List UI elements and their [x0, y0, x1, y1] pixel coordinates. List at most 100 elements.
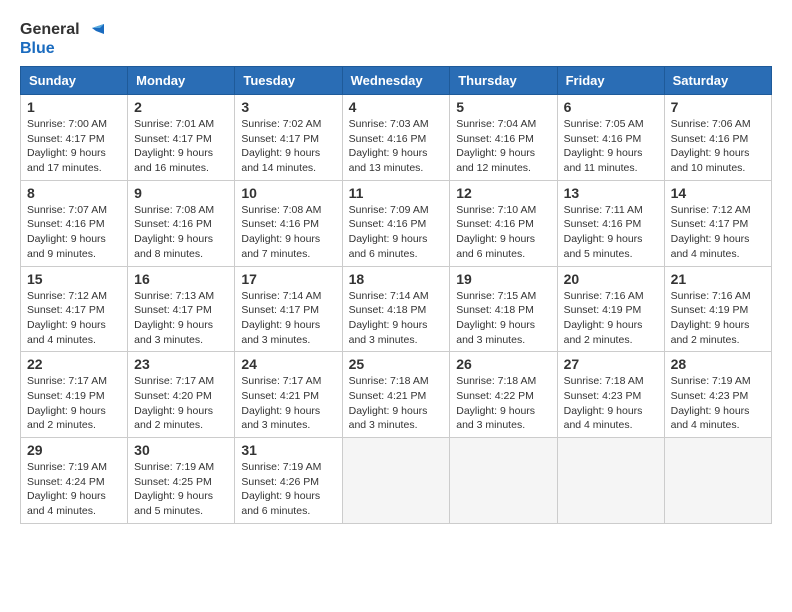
calendar-table: SundayMondayTuesdayWednesdayThursdayFrid…	[20, 66, 772, 524]
day-cell: 9 Sunrise: 7:08 AMSunset: 4:16 PMDaylight…	[128, 180, 235, 266]
day-info: Sunrise: 7:18 AMSunset: 4:23 PMDaylight:…	[564, 374, 658, 433]
day-cell: 24Sunrise: 7:17 AMSunset: 4:21 PMDayligh…	[235, 352, 342, 438]
day-cell: 26 Sunrise: 7:18 AMSunset: 4:22 PMDayligh…	[450, 352, 557, 438]
day-number: 8	[27, 185, 121, 201]
day-info: Sunrise: 7:19 AMSunset: 4:24 PMDaylight:…	[27, 460, 121, 519]
day-cell: 5Sunrise: 7:04 AMSunset: 4:16 PMDaylight…	[450, 95, 557, 181]
day-cell: 12 Sunrise: 7:10 AMSunset: 4:16 PMDayligh…	[450, 180, 557, 266]
day-info: Sunrise: 7:12 AMSunset: 4:17 PMDaylight:…	[671, 203, 765, 262]
week-row-5: 29Sunrise: 7:19 AMSunset: 4:24 PMDayligh…	[21, 438, 772, 524]
day-number: 9	[134, 185, 228, 201]
day-number: 12	[456, 185, 550, 201]
header-row: SundayMondayTuesdayWednesdayThursdayFrid…	[21, 67, 772, 95]
day-cell: 18 Sunrise: 7:14 AMSunset: 4:18 PMDayligh…	[342, 266, 450, 352]
day-number: 6	[564, 99, 658, 115]
day-info: Sunrise: 7:15 AMSunset: 4:18 PMDaylight:…	[456, 289, 550, 348]
day-info: Sunrise: 7:02 AMSunset: 4:17 PMDaylight:…	[241, 117, 335, 176]
page-header: General Blue	[20, 20, 772, 58]
day-cell: 14 Sunrise: 7:12 AMSunset: 4:17 PMDayligh…	[664, 180, 771, 266]
day-number: 19	[456, 271, 550, 287]
day-info: Sunrise: 7:19 AMSunset: 4:25 PMDaylight:…	[134, 460, 228, 519]
day-number: 31	[241, 442, 335, 458]
day-number: 25	[349, 356, 444, 372]
day-number: 17	[241, 271, 335, 287]
day-info: Sunrise: 7:18 AMSunset: 4:21 PMDaylight:…	[349, 374, 444, 433]
day-cell: 15 Sunrise: 7:12 AMSunset: 4:17 PMDayligh…	[21, 266, 128, 352]
day-cell: 28 Sunrise: 7:19 AMSunset: 4:23 PMDayligh…	[664, 352, 771, 438]
header-thursday: Thursday	[450, 67, 557, 95]
day-number: 18	[349, 271, 444, 287]
header-wednesday: Wednesday	[342, 67, 450, 95]
day-info: Sunrise: 7:12 AMSunset: 4:17 PMDaylight:…	[27, 289, 121, 348]
day-cell: 7 Sunrise: 7:06 AMSunset: 4:16 PMDaylight…	[664, 95, 771, 181]
day-cell: 4Sunrise: 7:03 AMSunset: 4:16 PMDaylight…	[342, 95, 450, 181]
day-number: 23	[134, 356, 228, 372]
day-cell: 1Sunrise: 7:00 AMSunset: 4:17 PMDaylight…	[21, 95, 128, 181]
day-number: 13	[564, 185, 658, 201]
day-info: Sunrise: 7:19 AMSunset: 4:23 PMDaylight:…	[671, 374, 765, 433]
day-number: 15	[27, 271, 121, 287]
header-tuesday: Tuesday	[235, 67, 342, 95]
day-cell: 2 Sunrise: 7:01 AMSunset: 4:17 PMDaylight…	[128, 95, 235, 181]
day-number: 10	[241, 185, 335, 201]
day-info: Sunrise: 7:08 AMSunset: 4:16 PMDaylight:…	[241, 203, 335, 262]
day-info: Sunrise: 7:13 AMSunset: 4:17 PMDaylight:…	[134, 289, 228, 348]
day-info: Sunrise: 7:17 AMSunset: 4:20 PMDaylight:…	[134, 374, 228, 433]
week-row-4: 22 Sunrise: 7:17 AMSunset: 4:19 PMDayligh…	[21, 352, 772, 438]
day-number: 2	[134, 99, 228, 115]
header-saturday: Saturday	[664, 67, 771, 95]
day-cell: 11Sunrise: 7:09 AMSunset: 4:16 PMDayligh…	[342, 180, 450, 266]
day-info: Sunrise: 7:16 AMSunset: 4:19 PMDaylight:…	[671, 289, 765, 348]
week-row-1: 1Sunrise: 7:00 AMSunset: 4:17 PMDaylight…	[21, 95, 772, 181]
day-info: Sunrise: 7:17 AMSunset: 4:19 PMDaylight:…	[27, 374, 121, 433]
day-cell: 19 Sunrise: 7:15 AMSunset: 4:18 PMDayligh…	[450, 266, 557, 352]
day-cell	[450, 438, 557, 524]
day-info: Sunrise: 7:08 AMSunset: 4:16 PMDaylight:…	[134, 203, 228, 262]
day-cell: 13Sunrise: 7:11 AMSunset: 4:16 PMDayligh…	[557, 180, 664, 266]
day-info: Sunrise: 7:18 AMSunset: 4:22 PMDaylight:…	[456, 374, 550, 433]
day-cell: 16 Sunrise: 7:13 AMSunset: 4:17 PMDayligh…	[128, 266, 235, 352]
day-info: Sunrise: 7:14 AMSunset: 4:18 PMDaylight:…	[349, 289, 444, 348]
day-cell: 27 Sunrise: 7:18 AMSunset: 4:23 PMDayligh…	[557, 352, 664, 438]
day-cell: 21 Sunrise: 7:16 AMSunset: 4:19 PMDayligh…	[664, 266, 771, 352]
header-sunday: Sunday	[21, 67, 128, 95]
day-cell: 29Sunrise: 7:19 AMSunset: 4:24 PMDayligh…	[21, 438, 128, 524]
header-friday: Friday	[557, 67, 664, 95]
day-info: Sunrise: 7:05 AMSunset: 4:16 PMDaylight:…	[564, 117, 658, 176]
day-number: 28	[671, 356, 765, 372]
day-number: 3	[241, 99, 335, 115]
day-cell: 3 Sunrise: 7:02 AMSunset: 4:17 PMDaylight…	[235, 95, 342, 181]
day-cell	[342, 438, 450, 524]
day-cell: 6 Sunrise: 7:05 AMSunset: 4:16 PMDaylight…	[557, 95, 664, 181]
logo-blue: Blue	[20, 40, 55, 58]
day-cell: 30 Sunrise: 7:19 AMSunset: 4:25 PMDayligh…	[128, 438, 235, 524]
day-cell: 25 Sunrise: 7:18 AMSunset: 4:21 PMDayligh…	[342, 352, 450, 438]
day-number: 30	[134, 442, 228, 458]
day-info: Sunrise: 7:06 AMSunset: 4:16 PMDaylight:…	[671, 117, 765, 176]
day-info: Sunrise: 7:10 AMSunset: 4:16 PMDaylight:…	[456, 203, 550, 262]
day-cell: 8Sunrise: 7:07 AMSunset: 4:16 PMDaylight…	[21, 180, 128, 266]
day-number: 14	[671, 185, 765, 201]
day-number: 24	[241, 356, 335, 372]
day-number: 16	[134, 271, 228, 287]
day-info: Sunrise: 7:16 AMSunset: 4:19 PMDaylight:…	[564, 289, 658, 348]
day-number: 22	[27, 356, 121, 372]
day-number: 11	[349, 185, 444, 201]
day-number: 27	[564, 356, 658, 372]
day-number: 7	[671, 99, 765, 115]
day-cell: 22 Sunrise: 7:17 AMSunset: 4:19 PMDayligh…	[21, 352, 128, 438]
day-cell: 20Sunrise: 7:16 AMSunset: 4:19 PMDayligh…	[557, 266, 664, 352]
day-info: Sunrise: 7:19 AMSunset: 4:26 PMDaylight:…	[241, 460, 335, 519]
logo-bird-icon	[82, 20, 104, 40]
day-number: 21	[671, 271, 765, 287]
day-info: Sunrise: 7:14 AMSunset: 4:17 PMDaylight:…	[241, 289, 335, 348]
day-info: Sunrise: 7:00 AMSunset: 4:17 PMDaylight:…	[27, 117, 121, 176]
day-number: 5	[456, 99, 550, 115]
day-cell	[557, 438, 664, 524]
logo: General Blue	[20, 20, 104, 58]
day-info: Sunrise: 7:01 AMSunset: 4:17 PMDaylight:…	[134, 117, 228, 176]
logo-general: General	[20, 21, 80, 39]
header-monday: Monday	[128, 67, 235, 95]
day-number: 26	[456, 356, 550, 372]
day-number: 4	[349, 99, 444, 115]
